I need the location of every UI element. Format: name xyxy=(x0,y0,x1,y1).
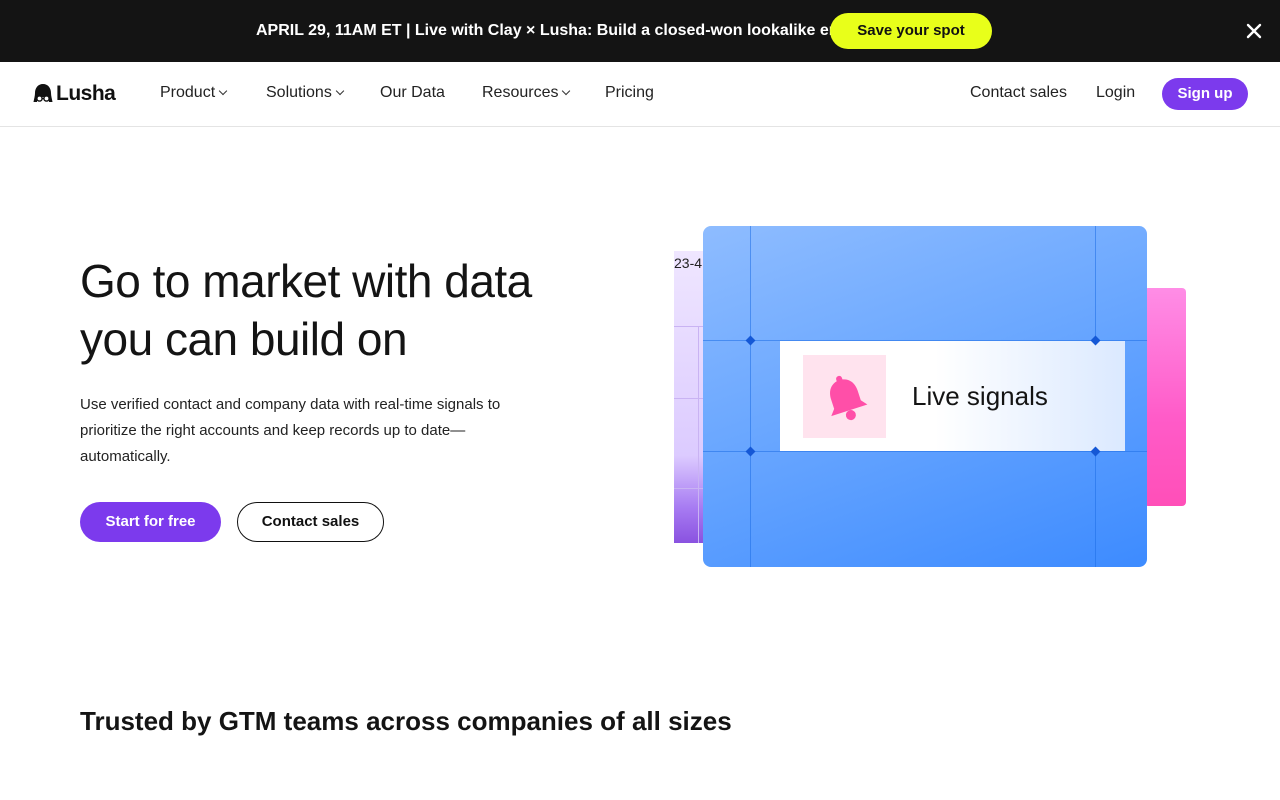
pink-card xyxy=(1144,288,1186,506)
hero-title: Go to market with data you can build on xyxy=(80,252,640,368)
save-your-spot-button[interactable]: Save your spot xyxy=(830,13,992,49)
sign-up-button[interactable]: Sign up xyxy=(1162,78,1248,110)
trusted-heading: Trusted by GTM teams across companies of… xyxy=(80,706,732,736)
main-nav: Lusha Product Solutions Our Data Resourc… xyxy=(0,62,1280,127)
nav-item-pricing[interactable]: Pricing xyxy=(605,62,654,126)
nav-item-product[interactable]: Product xyxy=(160,62,228,126)
grid-line xyxy=(703,451,1147,452)
announcement-text: APRIL 29, 11AM ET | Live with Clay × Lus… xyxy=(256,22,872,39)
hero-subtitle: Use verified contact and company data wi… xyxy=(80,396,501,465)
nav-item-label: Product xyxy=(160,84,216,101)
logo-mark-icon xyxy=(33,84,53,102)
nav-item-solutions[interactable]: Solutions xyxy=(266,62,345,126)
chevron-down-icon xyxy=(218,86,228,96)
nav-item-resources[interactable]: Resources xyxy=(482,62,571,126)
start-for-free-button[interactable]: Start for free xyxy=(80,502,221,542)
hero-title-line-1: Go to market with data xyxy=(80,255,532,307)
chevron-down-icon xyxy=(335,86,345,96)
nav-item-label: Pricing xyxy=(605,84,654,101)
announcement-bar: APRIL 29, 11AM ET | Live with Clay × Lus… xyxy=(0,0,1280,62)
nav-item-label: Resources xyxy=(482,84,559,101)
grid-node xyxy=(745,446,756,457)
logo-text: Lusha xyxy=(56,82,116,105)
chevron-down-icon xyxy=(562,86,571,96)
live-signals-label: Live signals xyxy=(912,381,1048,411)
lusha-logo[interactable]: Lusha xyxy=(33,82,116,106)
bell-tile xyxy=(803,355,886,438)
nav-item-label: Our Data xyxy=(380,84,445,101)
bell-icon xyxy=(829,375,867,420)
hero-title-line-2: you can build on xyxy=(80,313,408,365)
grid-node xyxy=(745,335,756,346)
live-signals-card: Live signals xyxy=(703,226,1147,567)
nav-item-label: Solutions xyxy=(266,84,332,101)
nav-item-our-data[interactable]: Our Data xyxy=(380,62,445,126)
background-card-text: 23-4 xyxy=(674,255,703,271)
live-signals-panel: Live signals xyxy=(780,341,1125,451)
close-icon[interactable] xyxy=(1242,19,1266,43)
grid-line xyxy=(750,226,751,567)
contact-sales-link[interactable]: Contact sales xyxy=(970,62,1067,126)
login-link[interactable]: Login xyxy=(1096,62,1135,126)
hero-illustration: 23-4 Live signals xyxy=(674,226,1194,571)
grid-line xyxy=(698,326,699,543)
contact-sales-button[interactable]: Contact sales xyxy=(237,502,384,542)
